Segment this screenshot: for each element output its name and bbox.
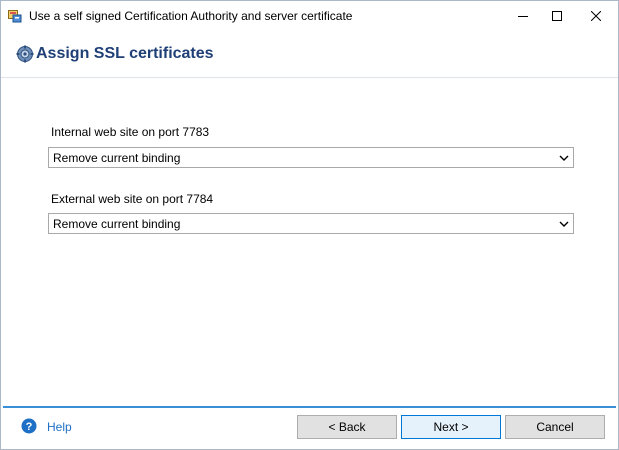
chevron-down-icon <box>558 218 570 230</box>
app-icon <box>8 9 22 23</box>
minimize-button[interactable] <box>506 1 540 31</box>
page-title: Assign SSL certificates <box>36 45 214 62</box>
chevron-down-icon <box>558 152 570 164</box>
maximize-icon <box>552 11 562 21</box>
close-icon <box>591 11 601 21</box>
maximize-button[interactable] <box>540 1 574 31</box>
wizard-footer: ? Help < Back Next > Cancel <box>1 408 618 449</box>
help-link[interactable]: Help <box>47 420 72 434</box>
internal-site-label: Internal web site on port 7783 <box>51 125 210 139</box>
svg-text:?: ? <box>26 421 33 433</box>
gear-icon <box>16 45 34 63</box>
external-site-label: External web site on port 7784 <box>51 192 214 206</box>
next-button[interactable]: Next > <box>401 415 501 439</box>
external-site-select[interactable]: Remove current binding <box>48 213 574 234</box>
internal-site-select[interactable]: Remove current binding <box>48 147 574 168</box>
cancel-button[interactable]: Cancel <box>505 415 605 439</box>
help-icon[interactable]: ? <box>21 418 37 434</box>
wizard-header: Assign SSL certificates <box>1 31 618 78</box>
window-title: Use a self signed Certification Authorit… <box>29 9 353 23</box>
title-bar[interactable]: Use a self signed Certification Authorit… <box>1 1 618 31</box>
external-site-select-value: Remove current binding <box>53 217 181 231</box>
minimize-icon <box>518 16 528 17</box>
close-button[interactable] <box>574 1 618 31</box>
internal-site-select-value: Remove current binding <box>53 151 181 165</box>
dialog-window: Use a self signed Certification Authorit… <box>0 0 619 450</box>
back-button[interactable]: < Back <box>297 415 397 439</box>
